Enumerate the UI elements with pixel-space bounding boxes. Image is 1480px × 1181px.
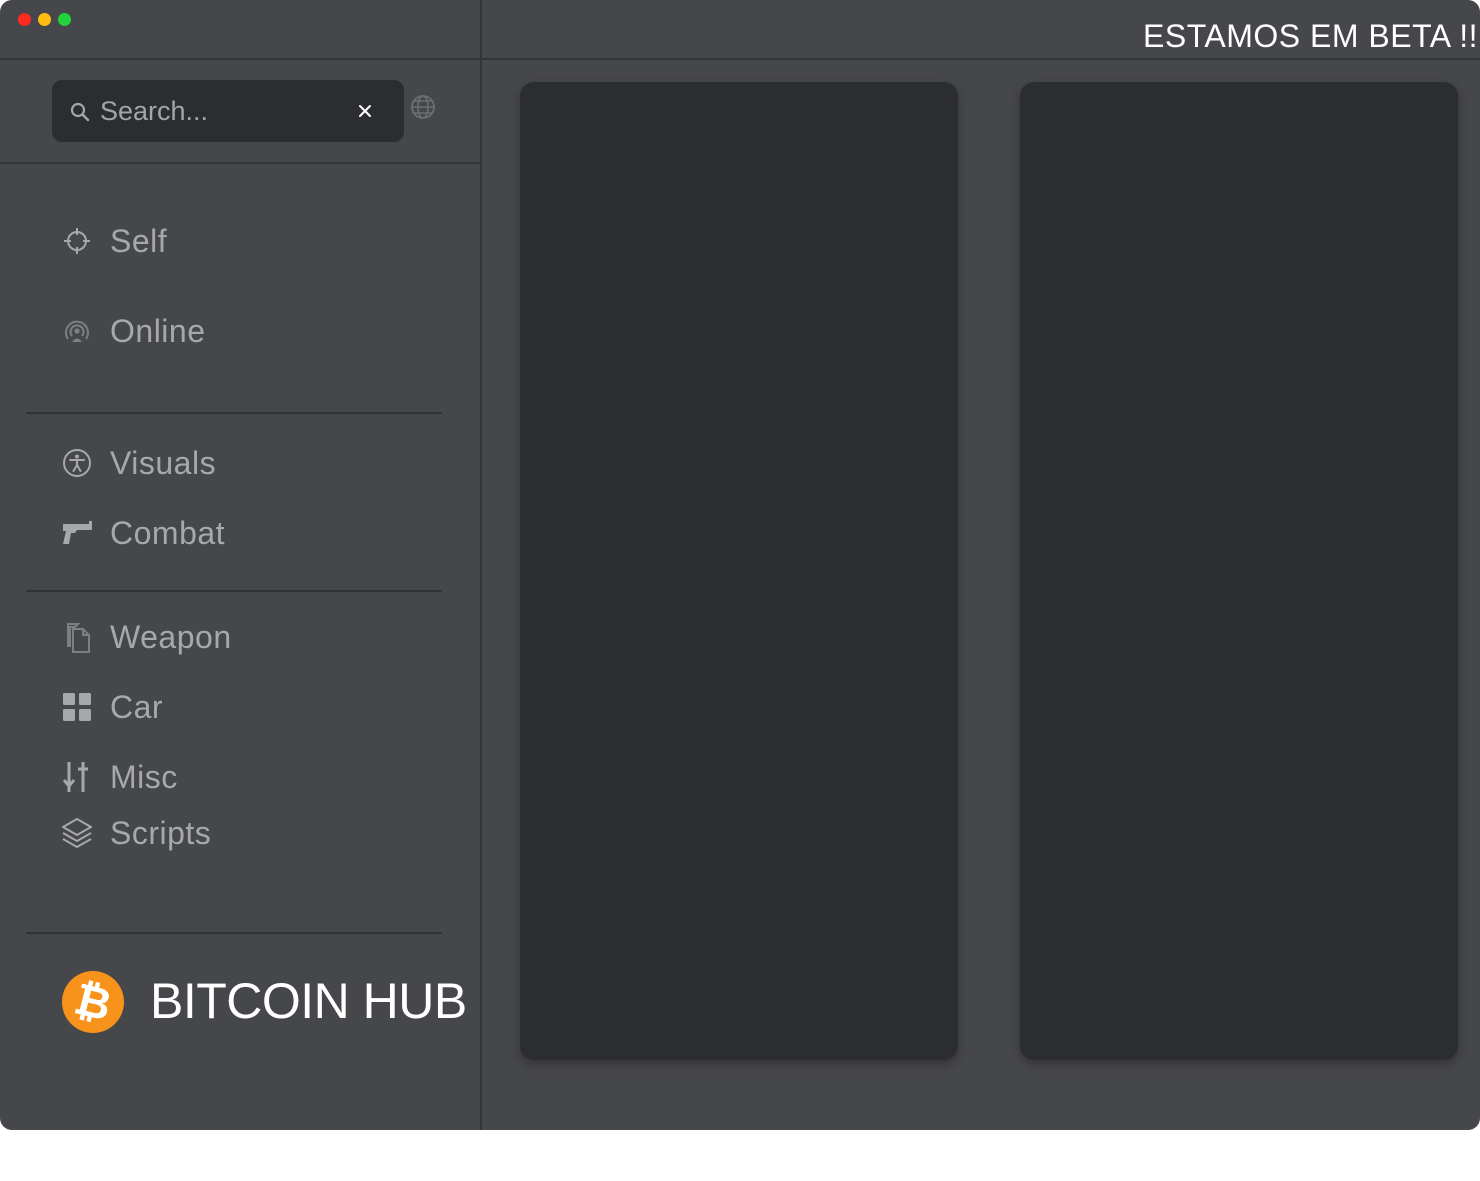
broadcast-icon: [60, 314, 94, 348]
globe-icon[interactable]: [409, 93, 437, 121]
sidebar-item-self[interactable]: Self: [60, 219, 167, 263]
section-divider: [26, 932, 442, 934]
close-icon[interactable]: [354, 100, 376, 122]
maximize-window-button[interactable]: [58, 13, 71, 26]
content-panel-left: [520, 82, 958, 1060]
sidebar-item-label: Misc: [110, 758, 178, 795]
sidebar-item-label: Self: [110, 222, 168, 259]
accessibility-icon: [60, 446, 94, 480]
sidebar-item-car[interactable]: Car: [60, 685, 163, 729]
crosshair-icon: [60, 224, 94, 258]
sidebar-item-label: Car: [110, 688, 164, 725]
sidebar-item-label: Online: [110, 312, 206, 349]
sidebar-item-misc[interactable]: Misc: [60, 755, 178, 799]
app-window: ESTAMOS EM BETA !! Self: [0, 0, 1480, 1130]
sidebar-item-online[interactable]: Online: [60, 309, 206, 353]
search-input[interactable]: [100, 90, 340, 132]
section-divider: [26, 412, 442, 414]
sidebar-item-weapon[interactable]: Weapon: [60, 615, 232, 659]
sidebar-item-label: Visuals: [110, 444, 217, 481]
sidebar-item-scripts[interactable]: Scripts: [60, 811, 211, 855]
search-bar[interactable]: [52, 80, 404, 142]
content-panel-right: [1020, 82, 1458, 1060]
sliders-icon: [60, 760, 94, 794]
pistol-icon: [60, 516, 94, 550]
sidebar-item-combat[interactable]: Combat: [60, 511, 225, 555]
window-controls: [18, 13, 71, 26]
minimize-window-button[interactable]: [38, 13, 51, 26]
beta-banner: ESTAMOS EM BETA !!: [1143, 18, 1478, 54]
section-divider: [26, 590, 442, 592]
sidebar-item-label: Scripts: [110, 814, 212, 851]
titlebar-divider: [0, 58, 1480, 60]
copy-icon: [60, 620, 94, 654]
search-divider: [0, 162, 480, 164]
layers-icon: [60, 816, 94, 850]
search-icon: [70, 102, 90, 122]
brand-name: BITCOIN HUB: [150, 973, 467, 1029]
bitcoin-icon: ₿: [62, 971, 124, 1033]
grid-icon: [60, 690, 94, 724]
sidebar-item-label: Weapon: [110, 618, 232, 655]
sidebar-item-label: Combat: [110, 514, 226, 551]
sidebar-divider: [480, 0, 482, 1130]
close-window-button[interactable]: [18, 13, 31, 26]
sidebar-item-visuals[interactable]: Visuals: [60, 441, 216, 485]
